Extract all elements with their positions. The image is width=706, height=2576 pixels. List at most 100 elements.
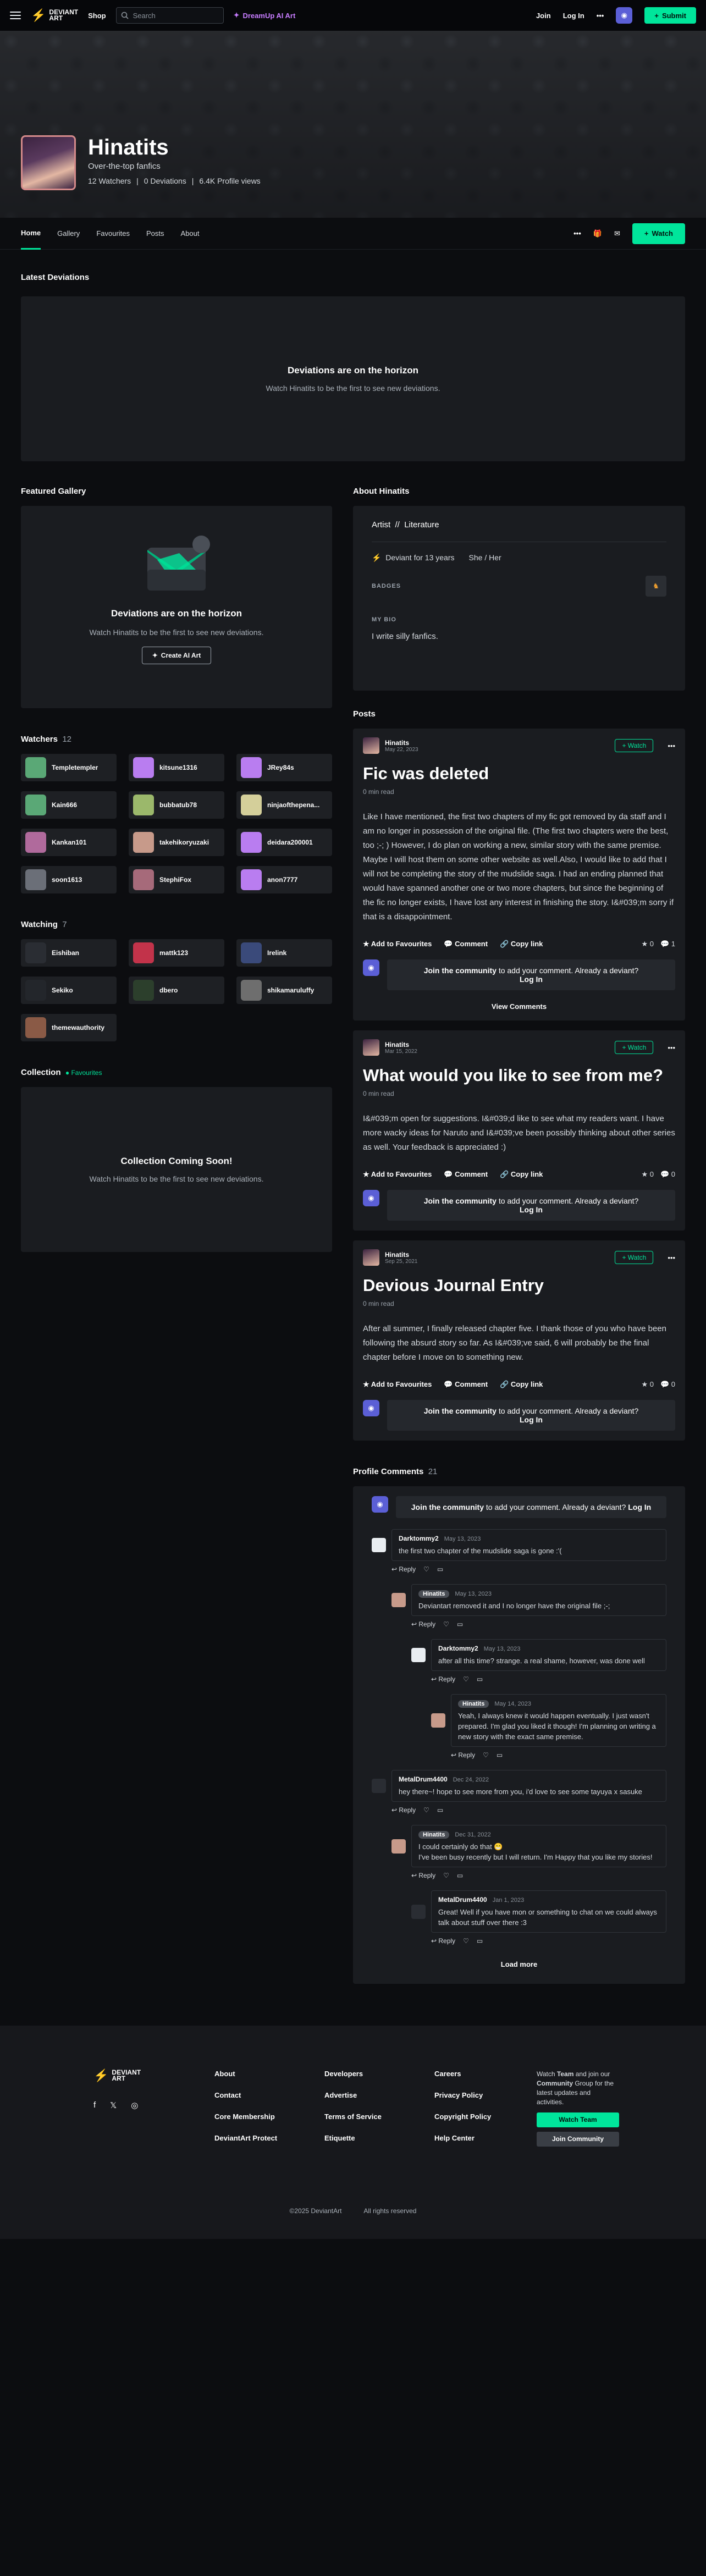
user-chip[interactable]: dbero — [129, 977, 224, 1004]
post-title[interactable]: Fic was deleted — [363, 764, 675, 784]
author-pill[interactable]: Hinatits — [418, 1590, 450, 1598]
comment-author[interactable]: Darktommy2 — [399, 1535, 439, 1542]
login-link[interactable]: Log In — [520, 975, 543, 984]
comment-author[interactable]: Darktommy2 — [438, 1645, 478, 1652]
copy-link-button[interactable]: 🔗 Copy link — [500, 1170, 543, 1179]
footer-link[interactable]: Privacy Policy — [434, 2091, 537, 2099]
shop-link[interactable]: Shop — [88, 12, 106, 20]
copy-link-button[interactable]: 🔗 Copy link — [500, 1380, 543, 1389]
reply-button[interactable]: ↩ Reply — [411, 1872, 435, 1879]
user-chip[interactable]: deidara200001 — [236, 829, 332, 856]
post-author[interactable]: Hinatits — [385, 739, 418, 747]
author-avatar[interactable] — [363, 1039, 379, 1056]
comment-avatar[interactable] — [431, 1713, 445, 1728]
more-options-icon[interactable]: ••• — [573, 229, 581, 238]
comment-avatar[interactable] — [372, 1538, 386, 1552]
reply-button[interactable]: ↩ Reply — [411, 1620, 435, 1628]
x-icon[interactable]: 𝕏 — [110, 2100, 117, 2110]
user-chip[interactable]: themewauthority — [21, 1014, 117, 1041]
user-chip[interactable]: ninjaofthepena... — [236, 791, 332, 819]
footer-link[interactable]: Terms of Service — [324, 2112, 434, 2121]
add-favourites-button[interactable]: ★ Add to Favourites — [363, 940, 432, 948]
footer-link[interactable]: DeviantArt Protect — [214, 2134, 324, 2142]
user-chip[interactable]: shikamaruluffy — [236, 977, 332, 1004]
tab-about[interactable]: About — [181, 218, 200, 250]
user-chip[interactable]: Sekiko — [21, 977, 117, 1004]
more-icon[interactable]: ••• — [597, 12, 604, 20]
login-link[interactable]: Log In — [628, 1503, 651, 1512]
tab-posts[interactable]: Posts — [146, 218, 164, 250]
reply-button[interactable]: ↩ Reply — [431, 1675, 455, 1683]
comment-avatar[interactable] — [411, 1904, 426, 1919]
footer-link[interactable]: Help Center — [434, 2134, 537, 2142]
comment-author[interactable]: MetalDrum4400 — [399, 1775, 448, 1783]
comment-avatar[interactable] — [411, 1648, 426, 1662]
join-community-link[interactable]: Join the community — [424, 1406, 497, 1415]
footer-logo[interactable]: ⚡ DEVIANT ART — [93, 2069, 214, 2082]
comment-avatar[interactable] — [391, 1839, 406, 1854]
user-chip[interactable]: Irelink — [236, 939, 332, 967]
facebook-icon[interactable]: f — [93, 2100, 96, 2110]
post-author[interactable]: Hinatits — [385, 1251, 418, 1259]
footer-link[interactable]: Careers — [434, 2070, 537, 2078]
chat-icon[interactable]: ▭ — [437, 1806, 443, 1814]
heart-icon[interactable]: ♡ — [423, 1565, 429, 1573]
user-chip[interactable]: Kankan101 — [21, 829, 117, 856]
reply-button[interactable]: ↩ Reply — [451, 1751, 475, 1759]
user-chip[interactable]: Kain666 — [21, 791, 117, 819]
copy-link-button[interactable]: 🔗 Copy link — [500, 940, 543, 948]
message-icon[interactable]: ✉ — [614, 229, 620, 238]
post-title[interactable]: What would you like to see from me? — [363, 1066, 675, 1085]
tab-favourites[interactable]: Favourites — [96, 218, 130, 250]
add-favourites-button[interactable]: ★ Add to Favourites — [363, 1170, 432, 1179]
badge-icon[interactable]: ♞ — [646, 576, 666, 597]
join-community-button[interactable]: Join Community — [537, 2132, 619, 2147]
reply-button[interactable]: ↩ Reply — [391, 1565, 416, 1573]
chat-icon[interactable]: ▭ — [497, 1751, 503, 1759]
footer-link[interactable]: Copyright Policy — [434, 2112, 537, 2121]
heart-icon[interactable]: ♡ — [423, 1806, 429, 1814]
user-chip[interactable]: kitsune1316 — [129, 754, 224, 781]
join-community-link[interactable]: Join the community — [424, 1196, 497, 1205]
watch-button[interactable]: + Watch — [615, 1251, 654, 1264]
user-chip[interactable]: Templetempler — [21, 754, 117, 781]
user-chip[interactable]: soon1613 — [21, 866, 117, 893]
heart-icon[interactable]: ♡ — [443, 1872, 449, 1879]
join-link[interactable]: Join — [536, 12, 551, 20]
gift-icon[interactable]: 🎁 — [593, 229, 602, 238]
submit-button[interactable]: + Submit — [644, 7, 696, 24]
user-chip[interactable]: JRey84s — [236, 754, 332, 781]
deviations-count[interactable]: 0 Deviations — [144, 176, 186, 185]
dreamup-link[interactable]: ✦ DreamUp AI Art — [234, 11, 296, 20]
favourites-link[interactable]: ● Favourites — [65, 1069, 102, 1077]
comment-avatar[interactable] — [372, 1779, 386, 1793]
author-avatar[interactable] — [363, 1249, 379, 1266]
tab-gallery[interactable]: Gallery — [57, 218, 80, 250]
author-avatar[interactable] — [363, 737, 379, 754]
more-icon[interactable]: ••• — [668, 1254, 675, 1262]
chat-icon[interactable]: ▭ — [457, 1872, 463, 1879]
view-comments-button[interactable]: View Comments — [363, 1002, 675, 1011]
reply-button[interactable]: ↩ Reply — [391, 1806, 416, 1814]
create-ai-art-button[interactable]: ✦ Create AI Art — [141, 647, 212, 664]
comment-button[interactable]: 💬 Comment — [444, 1380, 488, 1389]
footer-link[interactable]: Core Membership — [214, 2112, 324, 2121]
comment-button[interactable]: 💬 Comment — [444, 940, 488, 948]
tab-home[interactable]: Home — [21, 218, 41, 250]
heart-icon[interactable]: ♡ — [483, 1751, 489, 1759]
login-link[interactable]: Log In — [563, 12, 584, 20]
footer-link[interactable]: Developers — [324, 2070, 434, 2078]
heart-icon[interactable]: ♡ — [463, 1937, 469, 1945]
user-chip[interactable]: StephiFox — [129, 866, 224, 893]
more-icon[interactable]: ••• — [668, 742, 675, 750]
profile-avatar[interactable] — [21, 135, 76, 190]
chat-icon[interactable]: ▭ — [477, 1937, 483, 1945]
post-author[interactable]: Hinatits — [385, 1041, 417, 1049]
join-community-link[interactable]: Join the community — [411, 1503, 484, 1512]
user-chip[interactable]: mattk123 — [129, 939, 224, 967]
watch-button[interactable]: + Watch — [615, 739, 654, 752]
author-pill[interactable]: Hinatits — [418, 1831, 450, 1839]
more-icon[interactable]: ••• — [668, 1044, 675, 1052]
footer-link[interactable]: About — [214, 2070, 324, 2078]
chat-icon[interactable]: ▭ — [477, 1675, 483, 1683]
